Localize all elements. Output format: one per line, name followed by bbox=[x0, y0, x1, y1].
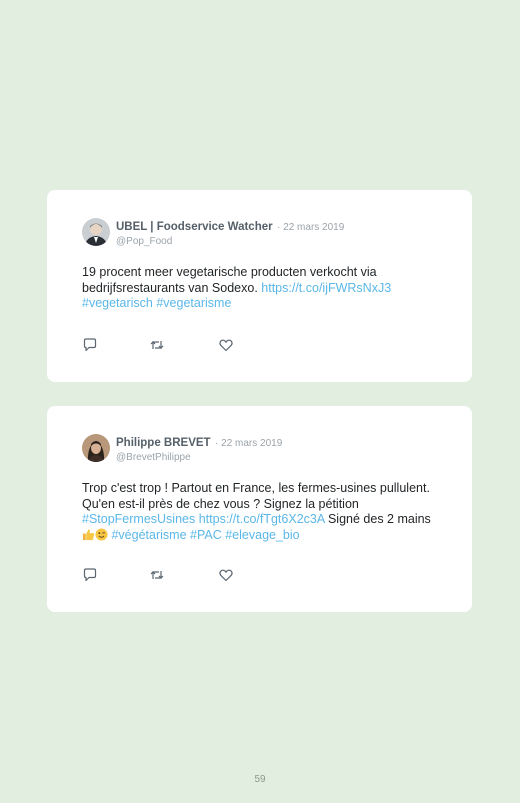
avatar[interactable] bbox=[82, 434, 110, 462]
tweet-card: UBEL | Foodservice Watcher · 22 mars 201… bbox=[47, 190, 472, 382]
tweet-date: · 22 mars 2019 bbox=[277, 222, 345, 233]
winking-face-emoji bbox=[95, 527, 108, 541]
tweet-card: Philippe BREVET · 22 mars 2019 @BrevetPh… bbox=[47, 406, 472, 612]
author-name[interactable]: UBEL | Foodservice Watcher bbox=[116, 221, 273, 233]
reply-icon[interactable] bbox=[82, 567, 98, 583]
reply-icon[interactable] bbox=[82, 337, 98, 353]
hashtag[interactable]: #vegetarisch bbox=[82, 296, 153, 310]
retweet-icon[interactable] bbox=[149, 567, 165, 583]
author-name[interactable]: Philippe BREVET bbox=[116, 437, 211, 449]
tweet-text: Trop c'est trop ! Partout en France, les… bbox=[82, 481, 447, 543]
tweet-header: Philippe BREVET · 22 mars 2019 @BrevetPh… bbox=[116, 435, 282, 464]
tweet-header: UBEL | Foodservice Watcher · 22 mars 201… bbox=[116, 219, 344, 248]
author-handle[interactable]: @BrevetPhilippe bbox=[116, 451, 282, 464]
thumbs-up-emoji bbox=[82, 528, 95, 540]
tweet-text: 19 procent meer vegetarische producten v… bbox=[82, 265, 447, 312]
page-number: 59 bbox=[254, 774, 266, 785]
like-icon[interactable] bbox=[218, 337, 234, 353]
hashtag[interactable]: #StopFermesUsines bbox=[82, 512, 195, 526]
hashtag[interactable]: #elevage_bio bbox=[225, 528, 299, 542]
hashtag[interactable]: #vegetarisme bbox=[156, 296, 231, 310]
tweet-link[interactable]: https://t.co/fTgt6X2c3A bbox=[199, 512, 325, 526]
tweet-actions bbox=[82, 567, 242, 583]
retweet-icon[interactable] bbox=[149, 337, 165, 353]
tweet-actions bbox=[82, 337, 242, 353]
avatar[interactable] bbox=[82, 218, 110, 246]
hashtag[interactable]: #végétarisme bbox=[111, 528, 186, 542]
tweet-date: · 22 mars 2019 bbox=[215, 438, 283, 449]
tweet-text-body: Signé des 2 mains bbox=[324, 512, 431, 526]
hashtag[interactable]: #PAC bbox=[190, 528, 222, 542]
author-handle[interactable]: @Pop_Food bbox=[116, 235, 344, 248]
like-icon[interactable] bbox=[218, 567, 234, 583]
tweet-text-body: Trop c'est trop ! Partout en France, les… bbox=[82, 481, 430, 511]
tweet-link[interactable]: https://t.co/ijFWRsNxJ3 bbox=[261, 281, 391, 295]
